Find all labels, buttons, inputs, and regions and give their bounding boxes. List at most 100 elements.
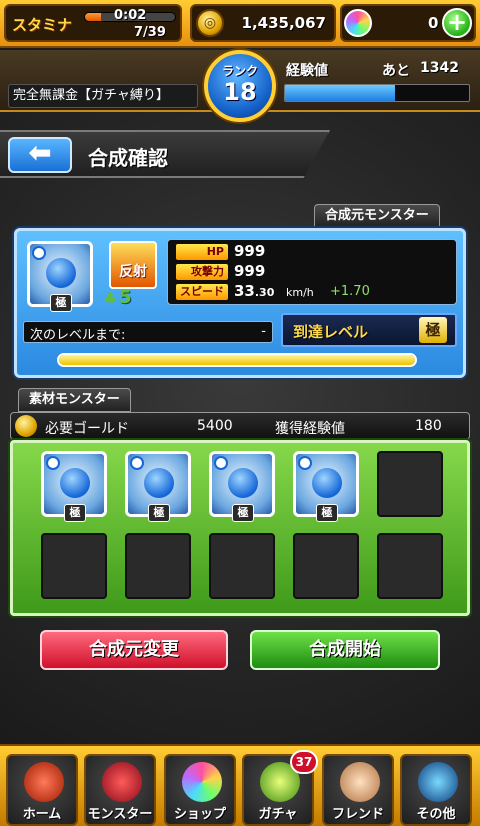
exp-label: 経験値	[286, 63, 328, 79]
gold-coin-icon: ◎	[196, 9, 224, 37]
required-gold-value: 5400	[197, 418, 233, 434]
nav-label-other: その他	[416, 807, 456, 822]
stats-box: HP 999 攻撃力 999 スピード 33.30 km/h +1.70	[167, 239, 457, 305]
gold-panel: ◎ 1,435,067	[190, 4, 336, 42]
stat-value-attack: 999	[234, 262, 266, 280]
speed-unit: km/h	[286, 286, 314, 299]
add-orb-button[interactable]: +	[442, 8, 472, 38]
ability-badge: 反射	[109, 241, 157, 289]
speed-bonus: +1.70	[330, 284, 370, 299]
rank-label: ランク	[221, 64, 258, 78]
material-monster-tile[interactable]: 極	[209, 451, 275, 522]
nav-item-gacha[interactable]: ガチャ 37	[242, 750, 318, 826]
speed-integer: 33	[234, 282, 255, 300]
handshake-icon	[340, 762, 380, 802]
stamina-fill	[85, 13, 102, 21]
gacha-count-badge: 37	[290, 750, 318, 774]
exp-remaining-value: 1342	[420, 60, 459, 76]
nav-label-friend: フレンド	[331, 807, 384, 822]
monster-rank-mark: 極	[148, 504, 170, 522]
empty-material-slot[interactable]	[41, 533, 107, 599]
nav-item-other[interactable]: その他	[400, 754, 472, 826]
exp-fill	[285, 85, 396, 101]
monster-rank-mark: 極	[64, 504, 86, 522]
stamina-count: 7/39	[134, 25, 166, 40]
rank-value: 18	[223, 78, 257, 106]
stat-label-attack: 攻撃力	[176, 264, 228, 280]
material-panel: 極 極 極 極	[10, 440, 470, 616]
stat-value-speed: 33.30	[234, 282, 274, 300]
material-monster-tile[interactable]: 極	[293, 451, 359, 522]
radar-icon	[418, 762, 458, 802]
monster-icon	[102, 762, 142, 802]
clover-icon: ♣	[103, 289, 118, 308]
monster-orb-icon	[312, 468, 342, 498]
nav-label-monster: モンスター	[87, 807, 153, 822]
nav-label-home: ホーム	[22, 807, 62, 822]
gold-value: 1,435,067	[241, 14, 326, 32]
base-monster-section-label: 合成元モンスター	[314, 204, 440, 228]
gained-exp-value: 180	[415, 418, 442, 434]
rank-badge: ランク 18	[204, 50, 276, 122]
ability-label: 反射	[119, 264, 147, 280]
stat-row-attack: 攻撃力 999	[168, 262, 456, 280]
page-title: 合成確認	[88, 146, 168, 170]
nav-item-friend[interactable]: フレンド	[322, 754, 394, 826]
next-level-box: 次のレベルまで: -	[23, 321, 273, 343]
orb-panel: 0 +	[340, 4, 476, 42]
back-button[interactable]: ⬅	[8, 137, 72, 173]
stat-label-hp: HP	[176, 244, 228, 260]
plus-count: 5	[119, 287, 132, 308]
clock-icon	[130, 456, 144, 470]
material-monster-tile[interactable]: 極	[125, 451, 191, 522]
nav-item-shop[interactable]: ショップ	[164, 754, 236, 826]
empty-material-slot[interactable]	[377, 451, 443, 517]
reach-level-value: 極	[419, 317, 447, 343]
empty-material-slot[interactable]	[209, 533, 275, 599]
empty-material-slot[interactable]	[125, 533, 191, 599]
monster-orb-icon	[228, 468, 258, 498]
stat-row-hp: HP 999	[168, 242, 456, 260]
required-gold-label: 必要ゴールド	[45, 421, 129, 437]
empty-material-slot[interactable]	[377, 533, 443, 599]
nav-label-gacha: ガチャ	[258, 807, 298, 822]
empty-material-slot[interactable]	[293, 533, 359, 599]
next-level-label: 次のレベルまで:	[30, 328, 126, 343]
gold-exp-row: 必要ゴールド 5400 獲得経験値 180	[10, 412, 470, 440]
stamina-timer: 0:02	[114, 8, 147, 23]
exp-bar	[284, 84, 470, 102]
back-arrow-icon: ⬅	[28, 136, 52, 169]
monster-orb-icon	[60, 468, 90, 498]
start-fusion-button[interactable]: 合成開始	[250, 630, 440, 670]
level-progress-bar	[57, 353, 417, 367]
clock-icon	[46, 456, 60, 470]
base-monster-panel: 極 ♣ 5 反射 HP 999 攻撃力 999 スピード 33.30 km/h …	[14, 228, 466, 378]
monster-orb-icon	[46, 258, 76, 288]
orb-value: 0	[428, 14, 439, 32]
material-section-label: 素材モンスター	[18, 388, 131, 412]
gold-coin-icon	[15, 415, 37, 437]
nav-item-monster[interactable]: モンスター	[84, 754, 156, 826]
monster-rank-mark: 極	[50, 294, 72, 312]
gained-exp-label: 獲得経験値	[275, 421, 345, 437]
material-monster-tile[interactable]: 極	[41, 451, 107, 522]
base-monster-tile[interactable]: 極	[27, 241, 93, 312]
bottom-nav: ホーム モンスター ショップ ガチャ 37 フレンド その他	[0, 744, 480, 826]
monster-orb-icon	[144, 468, 174, 498]
reach-level-box: 到達レベル 極	[281, 313, 457, 347]
change-base-button[interactable]: 合成元変更	[40, 630, 228, 670]
stamina-label: スタミナ	[12, 16, 73, 34]
clock-icon	[32, 246, 46, 260]
speed-decimal: .30	[254, 286, 275, 299]
orb-icon	[344, 9, 372, 37]
nav-item-home[interactable]: ホーム	[6, 754, 78, 826]
home-icon	[24, 762, 64, 802]
exp-remaining-label: あと	[382, 63, 410, 79]
monster-rank-mark: 極	[316, 504, 338, 522]
stamina-panel: スタミナ 0:02 7/39	[4, 4, 182, 42]
status-bar: スタミナ 0:02 7/39 ◎ 1,435,067 0 +	[0, 0, 480, 48]
shop-orb-icon	[182, 762, 222, 802]
clock-icon	[298, 456, 312, 470]
stat-value-hp: 999	[234, 242, 266, 260]
stat-row-speed: スピード 33.30 km/h +1.70	[168, 282, 456, 300]
